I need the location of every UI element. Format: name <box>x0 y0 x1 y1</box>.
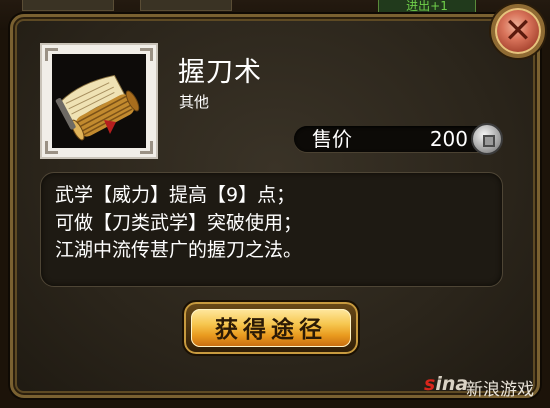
item-type: 其他 <box>179 93 210 111</box>
silver-coin-icon <box>471 123 503 155</box>
obtain-method-button[interactable]: 获得途径 <box>182 300 360 356</box>
coin-hole <box>483 135 495 147</box>
item-icon-frame <box>40 43 158 159</box>
obtain-method-button-face: 获得途径 <box>191 309 351 347</box>
background-tab <box>140 0 232 11</box>
description-line: 江湖中流传甚广的握刀之法。 <box>55 239 303 261</box>
close-icon: ✕ <box>503 11 533 51</box>
description-line: 武学【威力】提高【9】点； <box>55 184 296 206</box>
background-green-tab: 进出+1 <box>378 0 476 15</box>
obtain-method-button-label: 获得途径 <box>215 316 327 343</box>
description-line: 可做【刀类武学】突破使用； <box>55 212 303 234</box>
item-name: 握刀术 <box>178 57 262 88</box>
watermark-text: 新浪游戏 <box>466 380 534 400</box>
scroll-icon <box>52 54 146 148</box>
price-label: 售价 <box>312 127 352 151</box>
sina-logo: sina <box>424 373 469 395</box>
background-tab <box>22 0 114 11</box>
close-button[interactable]: ✕ <box>491 4 545 58</box>
price-value: 200 <box>429 127 468 151</box>
